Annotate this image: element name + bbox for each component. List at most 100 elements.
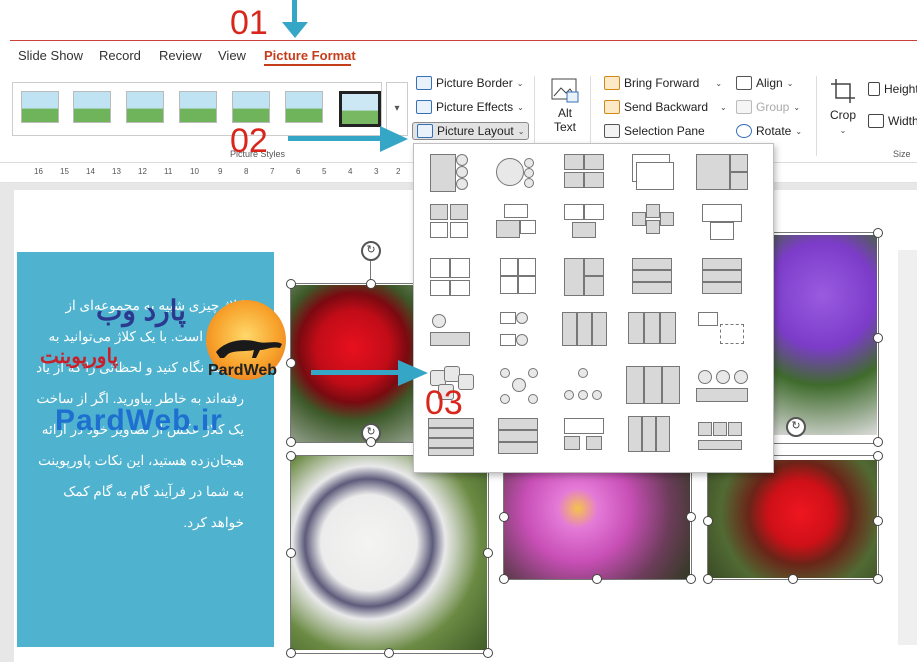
resize-handle[interactable] — [286, 548, 296, 558]
group-icon — [736, 100, 752, 114]
align-button[interactable]: Align ⌄ — [736, 76, 793, 90]
layout-option[interactable] — [700, 202, 744, 242]
resize-handle[interactable] — [703, 516, 713, 526]
resize-handle[interactable] — [873, 516, 883, 526]
resize-handle[interactable] — [873, 228, 883, 238]
layout-option[interactable] — [498, 310, 542, 350]
layout-option[interactable] — [428, 256, 472, 296]
picture-style-6[interactable] — [285, 91, 323, 123]
resize-handle[interactable] — [499, 512, 509, 522]
resize-handle[interactable] — [686, 512, 696, 522]
resize-handle[interactable] — [286, 358, 296, 368]
ribbon-separator — [816, 76, 817, 156]
alt-text-icon — [551, 78, 579, 103]
picture-effects-button[interactable]: Picture Effects ⌄ — [416, 100, 524, 114]
layout-option[interactable] — [498, 256, 542, 296]
rotate-handle-icon[interactable]: ↻ — [361, 241, 381, 261]
layout-option[interactable] — [428, 152, 472, 192]
layout-option[interactable] — [630, 152, 674, 192]
layout-option[interactable] — [694, 364, 750, 404]
layout-option[interactable] — [626, 414, 674, 454]
tab-view[interactable]: View — [218, 48, 246, 63]
picture-style-7[interactable] — [339, 91, 381, 127]
annotation-step-1: 01 — [230, 4, 268, 42]
picture-border-icon — [416, 76, 432, 90]
tab-picture-format[interactable]: Picture Format — [264, 48, 356, 63]
layout-option[interactable] — [630, 202, 674, 242]
layout-option[interactable] — [630, 256, 674, 296]
layout-option[interactable] — [624, 364, 680, 404]
width-icon — [868, 114, 884, 128]
rotate-button[interactable]: Rotate ⌄ — [736, 124, 802, 138]
resize-handle[interactable] — [366, 279, 376, 289]
watermark-brand: PardWeb — [208, 362, 278, 379]
active-tab-underline — [264, 64, 351, 66]
resize-handle[interactable] — [873, 574, 883, 584]
layout-option[interactable] — [694, 152, 750, 192]
resize-handle[interactable] — [286, 648, 296, 658]
selection-pane-button[interactable]: Selection Pane — [604, 124, 705, 138]
height-field[interactable]: Height — [868, 82, 917, 96]
picture-layout-button[interactable]: Picture Layout ⌄ — [412, 122, 530, 140]
layout-option[interactable] — [696, 416, 746, 456]
picture-style-5[interactable] — [232, 91, 270, 123]
bring-forward-button[interactable]: Bring Forward ⌄ — [604, 76, 722, 90]
rotate-icon — [736, 124, 752, 138]
watermark-persian-brand: پارد وب — [96, 295, 186, 326]
tab-slide-show[interactable]: Slide Show — [18, 48, 83, 63]
height-icon — [868, 82, 880, 96]
resize-handle[interactable] — [384, 648, 394, 658]
resize-handle[interactable] — [592, 574, 602, 584]
layout-option[interactable] — [498, 366, 542, 406]
layout-option[interactable] — [562, 202, 606, 242]
picture-style-3[interactable] — [126, 91, 164, 123]
watermark-site: PardWeb.ir — [55, 404, 223, 437]
alt-text-button[interactable]: Alt Text — [548, 78, 582, 134]
resize-handle[interactable] — [873, 333, 883, 343]
annotation-step-3: 03 — [425, 384, 463, 422]
resize-handle[interactable] — [483, 548, 493, 558]
resize-handle[interactable] — [366, 437, 376, 447]
rotate-handle-icon[interactable]: ↻ — [786, 417, 806, 437]
layout-option[interactable] — [494, 202, 538, 242]
resize-handle[interactable] — [703, 574, 713, 584]
resize-handle[interactable] — [286, 279, 296, 289]
send-backward-icon — [604, 100, 620, 114]
arrow-1-head-icon — [282, 22, 308, 38]
layout-option[interactable] — [496, 416, 540, 456]
picture-style-4[interactable] — [179, 91, 217, 123]
resize-handle[interactable] — [873, 437, 883, 447]
width-field[interactable]: Width — [868, 114, 917, 128]
layout-option[interactable] — [494, 152, 538, 192]
picture-effects-icon — [416, 100, 432, 114]
picture-layout-dropdown — [413, 143, 774, 473]
resize-handle[interactable] — [286, 437, 296, 447]
layout-option[interactable] — [626, 310, 676, 350]
crop-button[interactable]: Crop ⌄ — [830, 78, 856, 135]
resize-handle[interactable] — [686, 574, 696, 584]
tab-review[interactable]: Review — [159, 48, 202, 63]
layout-option[interactable] — [428, 310, 472, 350]
bring-forward-icon — [604, 76, 620, 90]
layout-option[interactable] — [562, 256, 606, 296]
size-group-label: Size — [893, 149, 911, 159]
resize-handle[interactable] — [499, 574, 509, 584]
arrow-3-head-icon — [398, 360, 428, 386]
picture-style-1[interactable] — [21, 91, 59, 123]
layout-option[interactable] — [428, 202, 472, 242]
layout-option[interactable] — [700, 256, 744, 296]
group-button[interactable]: Group ⌄ — [736, 100, 800, 114]
send-backward-button[interactable]: Send Backward ⌄ — [604, 100, 727, 114]
layout-option[interactable] — [560, 310, 608, 350]
resize-handle[interactable] — [873, 451, 883, 461]
layout-option[interactable] — [562, 366, 606, 406]
resize-handle[interactable] — [788, 574, 798, 584]
tab-record[interactable]: Record — [99, 48, 141, 63]
picture-style-2[interactable] — [73, 91, 111, 123]
resize-handle[interactable] — [483, 648, 493, 658]
picture-border-button[interactable]: Picture Border ⌄ — [416, 76, 523, 90]
layout-option[interactable] — [562, 152, 606, 192]
resize-handle[interactable] — [286, 451, 296, 461]
layout-option[interactable] — [562, 416, 606, 456]
layout-option[interactable] — [696, 310, 746, 350]
